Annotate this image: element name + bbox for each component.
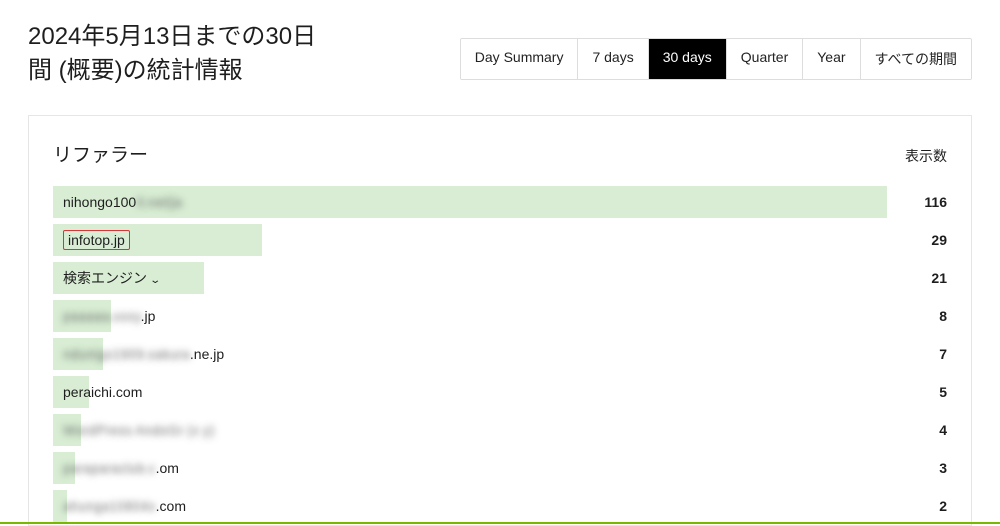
referrer-bar-wrap: WordPress AndoGr (x y)	[53, 411, 887, 449]
referrer-text: nihongo100	[63, 194, 136, 210]
referrer-count: 8	[903, 308, 947, 324]
referrer-label[interactable]: paraparaclub.c.om	[63, 460, 179, 476]
referrer-blur: ndunigo1909.sakura	[63, 346, 190, 362]
referrer-label[interactable]: ahunga10804x.com	[63, 498, 186, 514]
referrer-bar-wrap: nihongo1000.net/ja	[53, 183, 887, 221]
referrer-blur: ahunga10804x	[63, 498, 156, 514]
referrer-blur: 0.net/ja	[136, 194, 182, 210]
referrer-row: ahunga10804x.com 2	[53, 487, 947, 525]
tab-30-days[interactable]: 30 days	[649, 39, 727, 79]
referrer-row: WordPress AndoGr (x y) 4	[53, 411, 947, 449]
referrer-text: .om	[156, 460, 179, 476]
referrer-bar-wrap: 検索エンジン⌄	[53, 259, 887, 297]
period-tabs: Day Summary7 days30 daysQuarterYearすべての期…	[460, 38, 972, 80]
referrer-blur: paaaaa.xxxy	[63, 308, 141, 324]
referrer-label[interactable]: nihongo1000.net/ja	[63, 194, 182, 210]
referrer-label-expandable[interactable]: 検索エンジン⌄	[63, 268, 159, 288]
referrer-text: .jp	[141, 308, 156, 324]
page-title: 2024年5月13日までの30日間 (概要)の統計情報	[28, 20, 328, 87]
referrer-count: 21	[903, 270, 947, 286]
referrer-count: 2	[903, 498, 947, 514]
referrer-text: .com	[156, 498, 186, 514]
referrer-count: 3	[903, 460, 947, 476]
tab-すべての期間[interactable]: すべての期間	[861, 39, 971, 79]
referrer-row: peraichi.com 5	[53, 373, 947, 411]
referrer-count: 5	[903, 384, 947, 400]
referrer-bar-wrap: ndunigo1909.sakura.ne.jp	[53, 335, 887, 373]
referrer-text: infotop.jp	[68, 232, 125, 248]
referrer-count: 116	[903, 194, 947, 210]
referrer-blur: paraparaclub.c	[63, 460, 156, 476]
chevron-down-icon[interactable]: ⌄	[149, 275, 161, 286]
referrer-bar-wrap: peraichi.com	[53, 373, 887, 411]
referrer-row: nihongo1000.net/ja 116	[53, 183, 947, 221]
referrers-title: リファラー	[53, 140, 148, 167]
referrer-label[interactable]: paaaaa.xxxy.jp	[63, 308, 155, 324]
referrers-card: リファラー 表示数 nihongo1000.net/ja 116 infotop.j…	[28, 115, 972, 526]
referrer-count: 29	[903, 232, 947, 248]
referrer-bar-wrap: paaaaa.xxxy.jp	[53, 297, 887, 335]
referrer-blur: WordPress AndoGr (x y)	[63, 422, 214, 438]
tab-quarter[interactable]: Quarter	[727, 39, 803, 79]
referrer-bar-wrap: ahunga10804x.com	[53, 487, 887, 525]
referrer-bar-wrap: infotop.jp	[53, 221, 887, 259]
referrer-count: 4	[903, 422, 947, 438]
referrer-row: paaaaa.xxxy.jp 8	[53, 297, 947, 335]
tab-year[interactable]: Year	[803, 39, 860, 79]
referrer-row: paraparaclub.c.om 3	[53, 449, 947, 487]
referrer-bar-wrap: paraparaclub.c.om	[53, 449, 887, 487]
referrer-row: infotop.jp 29	[53, 221, 947, 259]
referrer-label[interactable]: ndunigo1909.sakura.ne.jp	[63, 346, 224, 362]
tab-7-days[interactable]: 7 days	[578, 39, 648, 79]
referrer-label[interactable]: WordPress AndoGr (x y)	[63, 422, 214, 438]
referrer-row: ndunigo1909.sakura.ne.jp 7	[53, 335, 947, 373]
referrer-count: 7	[903, 346, 947, 362]
referrer-label[interactable]: infotop.jp	[63, 230, 130, 250]
referrer-row: 検索エンジン⌄ 21	[53, 259, 947, 297]
referrer-text: 検索エンジン	[63, 270, 147, 286]
referrer-label[interactable]: peraichi.com	[63, 384, 142, 400]
tab-day-summary[interactable]: Day Summary	[461, 39, 579, 79]
referrer-text: peraichi.com	[63, 384, 142, 400]
referrer-text: .ne.jp	[190, 346, 224, 362]
views-column-label: 表示数	[905, 146, 947, 166]
